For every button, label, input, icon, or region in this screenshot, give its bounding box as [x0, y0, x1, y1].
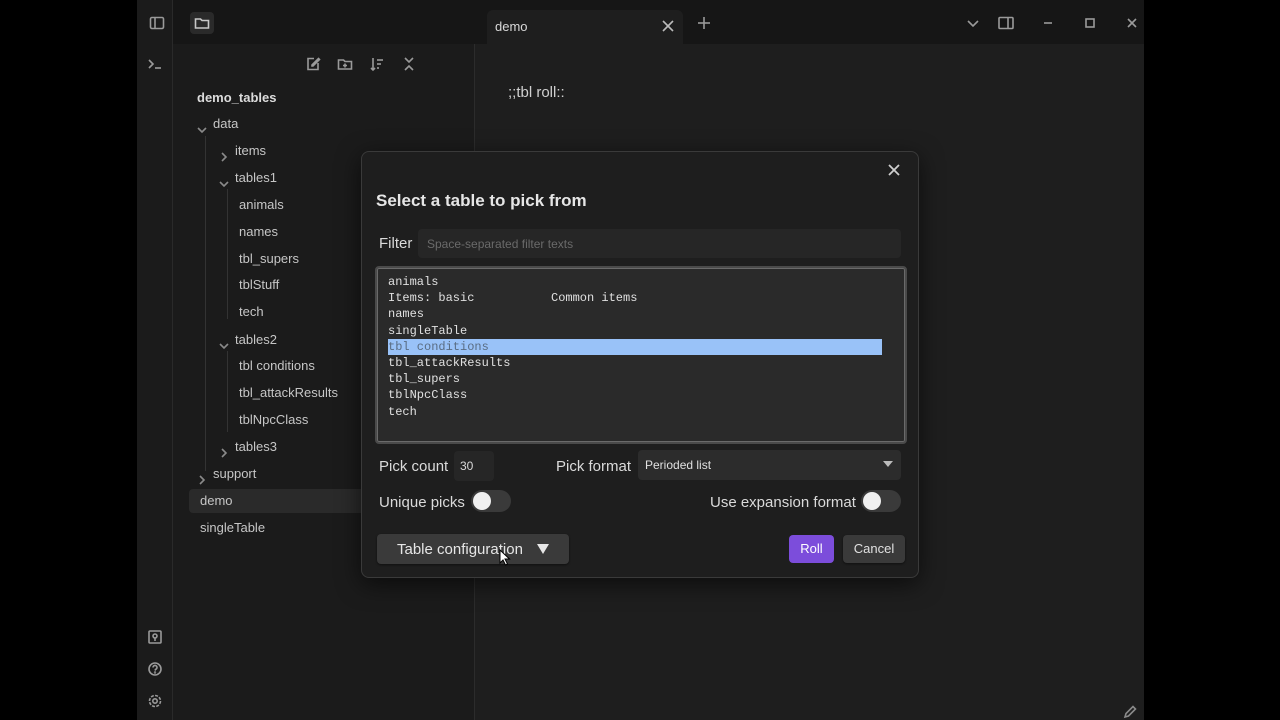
tab-demo[interactable]: demo	[487, 10, 683, 44]
table-option-name: tbl_supers	[388, 372, 461, 387]
tree-file[interactable]: tbl conditions	[239, 354, 315, 378]
tree-file[interactable]: tbl_attackResults	[239, 381, 338, 405]
table-option-name: names	[388, 307, 425, 322]
tree-file[interactable]: animals	[239, 193, 284, 217]
tree-guide	[205, 136, 206, 471]
window-close-icon[interactable]	[1125, 16, 1139, 30]
chevron-right-icon	[219, 442, 229, 458]
folder-icon[interactable]	[190, 12, 214, 34]
sort-icon[interactable]	[367, 54, 387, 74]
tree-folder-items[interactable]: items	[215, 139, 266, 163]
table-option-name: tech	[388, 404, 417, 419]
pick-format-label: Pick format	[556, 458, 632, 475]
table-option[interactable]: tbl_supers	[388, 371, 882, 387]
tree-label: data	[213, 116, 239, 131]
tree-folder-data[interactable]: data	[193, 112, 238, 136]
tree-guide	[227, 351, 228, 432]
pick-format-select[interactable]: Perioded list	[638, 450, 901, 480]
settings-icon[interactable]	[145, 691, 165, 711]
explorer-actions	[303, 54, 419, 74]
tree-label: items	[235, 143, 267, 158]
table-option[interactable]: animals	[388, 274, 882, 290]
table-option[interactable]: names	[388, 306, 882, 322]
tree-file[interactable]: tech	[239, 300, 264, 324]
unique-picks-label: Unique picks	[379, 494, 465, 511]
filter-label: Filter	[379, 235, 413, 252]
editor-text-line[interactable]: ;;tbl roll::	[508, 84, 565, 101]
vault-name[interactable]: demo_tables	[197, 86, 276, 110]
collapse-all-icon[interactable]	[399, 54, 419, 74]
pick-count-label: Pick count	[379, 458, 449, 475]
sidebar-toggle-icon[interactable]	[145, 12, 169, 34]
tree-label: support	[213, 466, 257, 481]
table-listbox[interactable]: animals Items: basic Common items names sing…	[375, 266, 907, 444]
table-option[interactable]: Items: basic Common items	[388, 290, 882, 306]
pick-format-value: Perioded list	[645, 458, 712, 472]
table-option-name: tblNpcClass	[388, 388, 468, 403]
table-option-description: Common items	[551, 291, 638, 306]
triangle-down-icon	[537, 544, 549, 554]
tree-file[interactable]: names	[239, 220, 278, 244]
minimize-icon[interactable]	[1041, 16, 1055, 30]
roll-button[interactable]: Roll	[789, 535, 834, 563]
chevron-down-icon	[219, 173, 229, 188]
table-option-name: tbl conditions	[388, 339, 489, 354]
table-option[interactable]: tblNpcClass	[388, 387, 882, 403]
table-option-name: tbl_attackResults	[388, 356, 511, 370]
chevron-right-icon	[219, 146, 229, 162]
ribbon	[137, 0, 173, 720]
expansion-format-label: Use expansion format	[710, 494, 856, 511]
chevron-down-icon	[197, 119, 207, 134]
tree-file[interactable]: tblStuff	[239, 273, 279, 297]
chevron-down-icon[interactable]	[966, 16, 980, 30]
tree-file[interactable]: singleTable	[200, 516, 265, 540]
table-option-selected[interactable]: tbl conditions	[388, 338, 882, 355]
tree-label: tables3	[235, 439, 277, 454]
cancel-button[interactable]: Cancel	[843, 535, 905, 563]
pick-count-input[interactable]	[454, 451, 494, 481]
help-icon[interactable]	[145, 659, 165, 679]
tree-file[interactable]: tblNpcClass	[239, 408, 308, 432]
modal-title: Select a table to pick from	[376, 191, 587, 210]
close-icon[interactable]	[886, 162, 902, 178]
tree-folder-tables3[interactable]: tables3	[215, 435, 277, 459]
tree-guide	[227, 189, 228, 319]
mouse-cursor-icon	[499, 549, 511, 566]
chevron-right-icon	[197, 469, 207, 485]
terminal-icon[interactable]	[145, 54, 165, 74]
tree-label: tables2	[235, 332, 277, 347]
edit-pencil-icon[interactable]	[1122, 704, 1138, 720]
table-picker-modal: Select a table to pick from Filter anima…	[361, 151, 919, 578]
maximize-icon[interactable]	[1083, 16, 1097, 30]
table-option-name: animals	[388, 275, 439, 289]
tree-file[interactable]: tbl_supers	[239, 247, 299, 271]
new-note-icon[interactable]	[303, 54, 323, 74]
chevron-down-icon	[219, 335, 229, 350]
table-option[interactable]: tech	[388, 404, 882, 420]
table-configuration-button[interactable]: Table configuration	[377, 534, 569, 564]
tree-folder-tables1[interactable]: tables1	[215, 166, 277, 190]
table-option[interactable]: singleTable	[388, 323, 882, 339]
toggle-knob	[473, 492, 491, 510]
plus-icon[interactable]	[697, 16, 711, 30]
tree-label: tables1	[235, 170, 277, 185]
close-icon[interactable]	[661, 19, 675, 33]
unique-picks-toggle[interactable]	[471, 490, 511, 512]
toggle-knob	[863, 492, 881, 510]
tree-folder-tables2[interactable]: tables2	[215, 328, 277, 352]
open-vault-icon[interactable]	[145, 627, 165, 647]
expansion-format-toggle[interactable]	[861, 490, 901, 512]
table-option[interactable]: tbl_attackResults	[388, 355, 882, 371]
tab-bar: demo	[475, 0, 1144, 44]
dropdown-caret-icon	[883, 461, 893, 467]
tab-title: demo	[495, 19, 528, 34]
new-folder-icon[interactable]	[335, 54, 355, 74]
table-option-name: singleTable	[388, 323, 468, 338]
sidebar-header	[149, 0, 475, 44]
tree-folder-support[interactable]: support	[193, 462, 256, 486]
table-option-name: Items: basic	[388, 291, 475, 306]
right-sidebar-toggle-icon[interactable]	[998, 16, 1014, 30]
filter-input[interactable]	[418, 229, 901, 258]
